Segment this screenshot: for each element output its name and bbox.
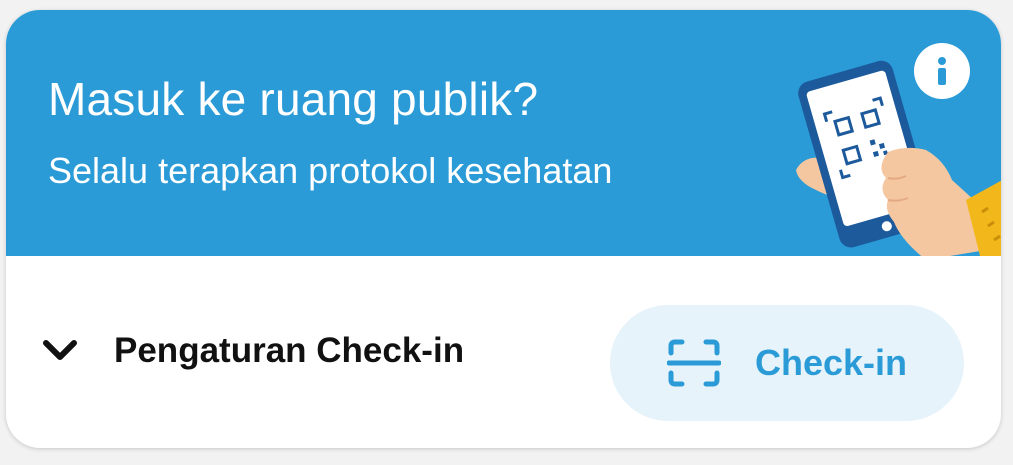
banner-title: Masuk ke ruang publik?	[48, 73, 539, 125]
qr-scan-icon	[666, 336, 721, 390]
checkin-button-label: Check-in	[754, 342, 908, 383]
checkin-button[interactable]: Check-in	[610, 305, 964, 421]
info-button[interactable]	[914, 43, 970, 99]
checkin-card: Masuk ke ruang publik? Selalu terapkan p…	[6, 10, 1001, 448]
banner-subtitle: Selalu terapkan protokol kesehatan	[48, 150, 613, 191]
checkin-actions: Pengaturan Check-in Check-in	[6, 256, 1001, 448]
chevron-down-icon	[40, 331, 80, 371]
checkin-settings-toggle[interactable]: Pengaturan Check-in	[40, 316, 464, 386]
info-icon	[938, 57, 946, 85]
checkin-settings-label: Pengaturan Check-in	[114, 331, 465, 370]
checkin-banner: Masuk ke ruang publik? Selalu terapkan p…	[6, 10, 1001, 256]
